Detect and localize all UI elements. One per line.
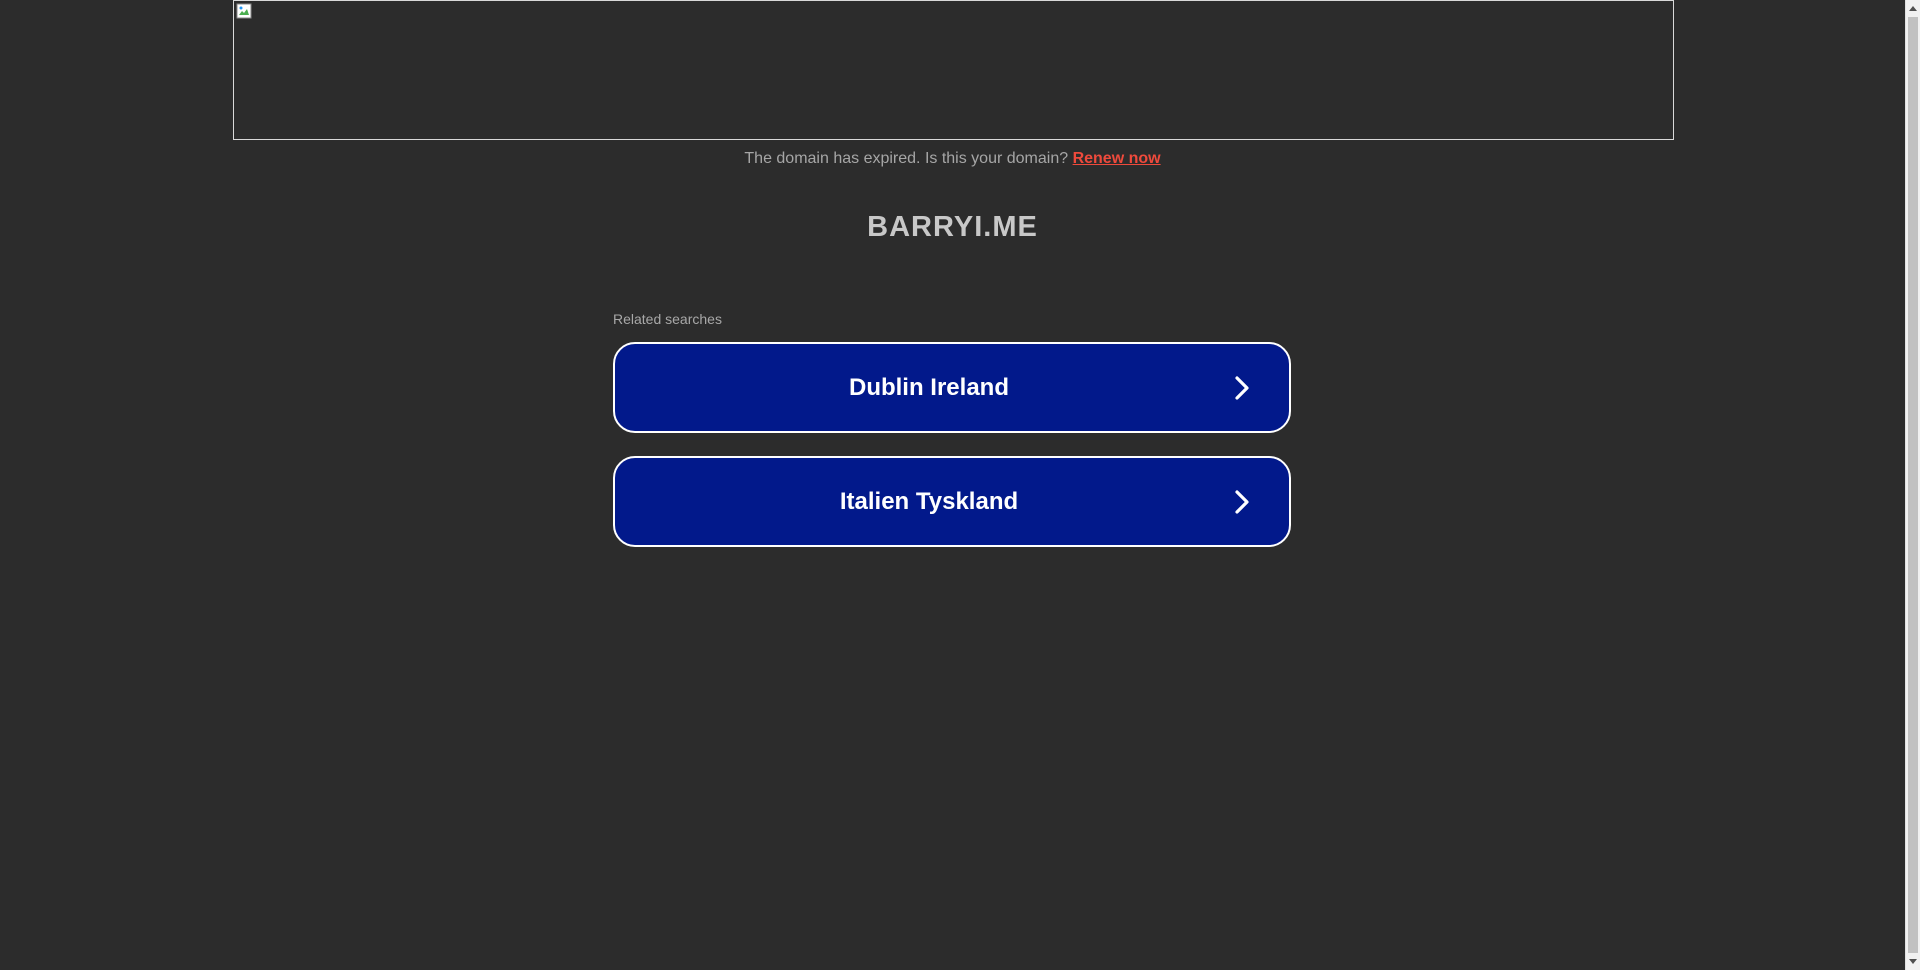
related-search-button-dublin-ireland[interactable]: Dublin Ireland (613, 342, 1291, 433)
vertical-scrollbar[interactable] (1905, 0, 1920, 970)
chevron-right-icon (1235, 489, 1249, 514)
scroll-down-arrow-icon[interactable] (1906, 953, 1920, 970)
parked-domain-page: The domain has expired. Is this your dom… (0, 0, 1905, 970)
renew-now-link[interactable]: Renew now (1073, 150, 1161, 167)
scroll-up-arrow-icon[interactable] (1906, 0, 1920, 17)
expired-text: The domain has expired. Is this your dom… (744, 150, 1069, 167)
related-search-label: Dublin Ireland (848, 373, 1009, 401)
related-searches-heading: Related searches (613, 311, 722, 327)
domain-expired-notice: The domain has expired. Is this your dom… (0, 150, 1905, 168)
domain-name-title: BARRYI.ME (867, 211, 1038, 243)
related-search-label: Italien Tyskland (839, 487, 1019, 515)
chevron-right-icon (1235, 375, 1249, 400)
related-search-button-italien-tyskland[interactable]: Italien Tyskland (613, 456, 1291, 547)
broken-image-icon (236, 3, 252, 19)
banner-image[interactable] (233, 0, 1674, 140)
scrollbar-thumb[interactable] (1908, 17, 1918, 953)
